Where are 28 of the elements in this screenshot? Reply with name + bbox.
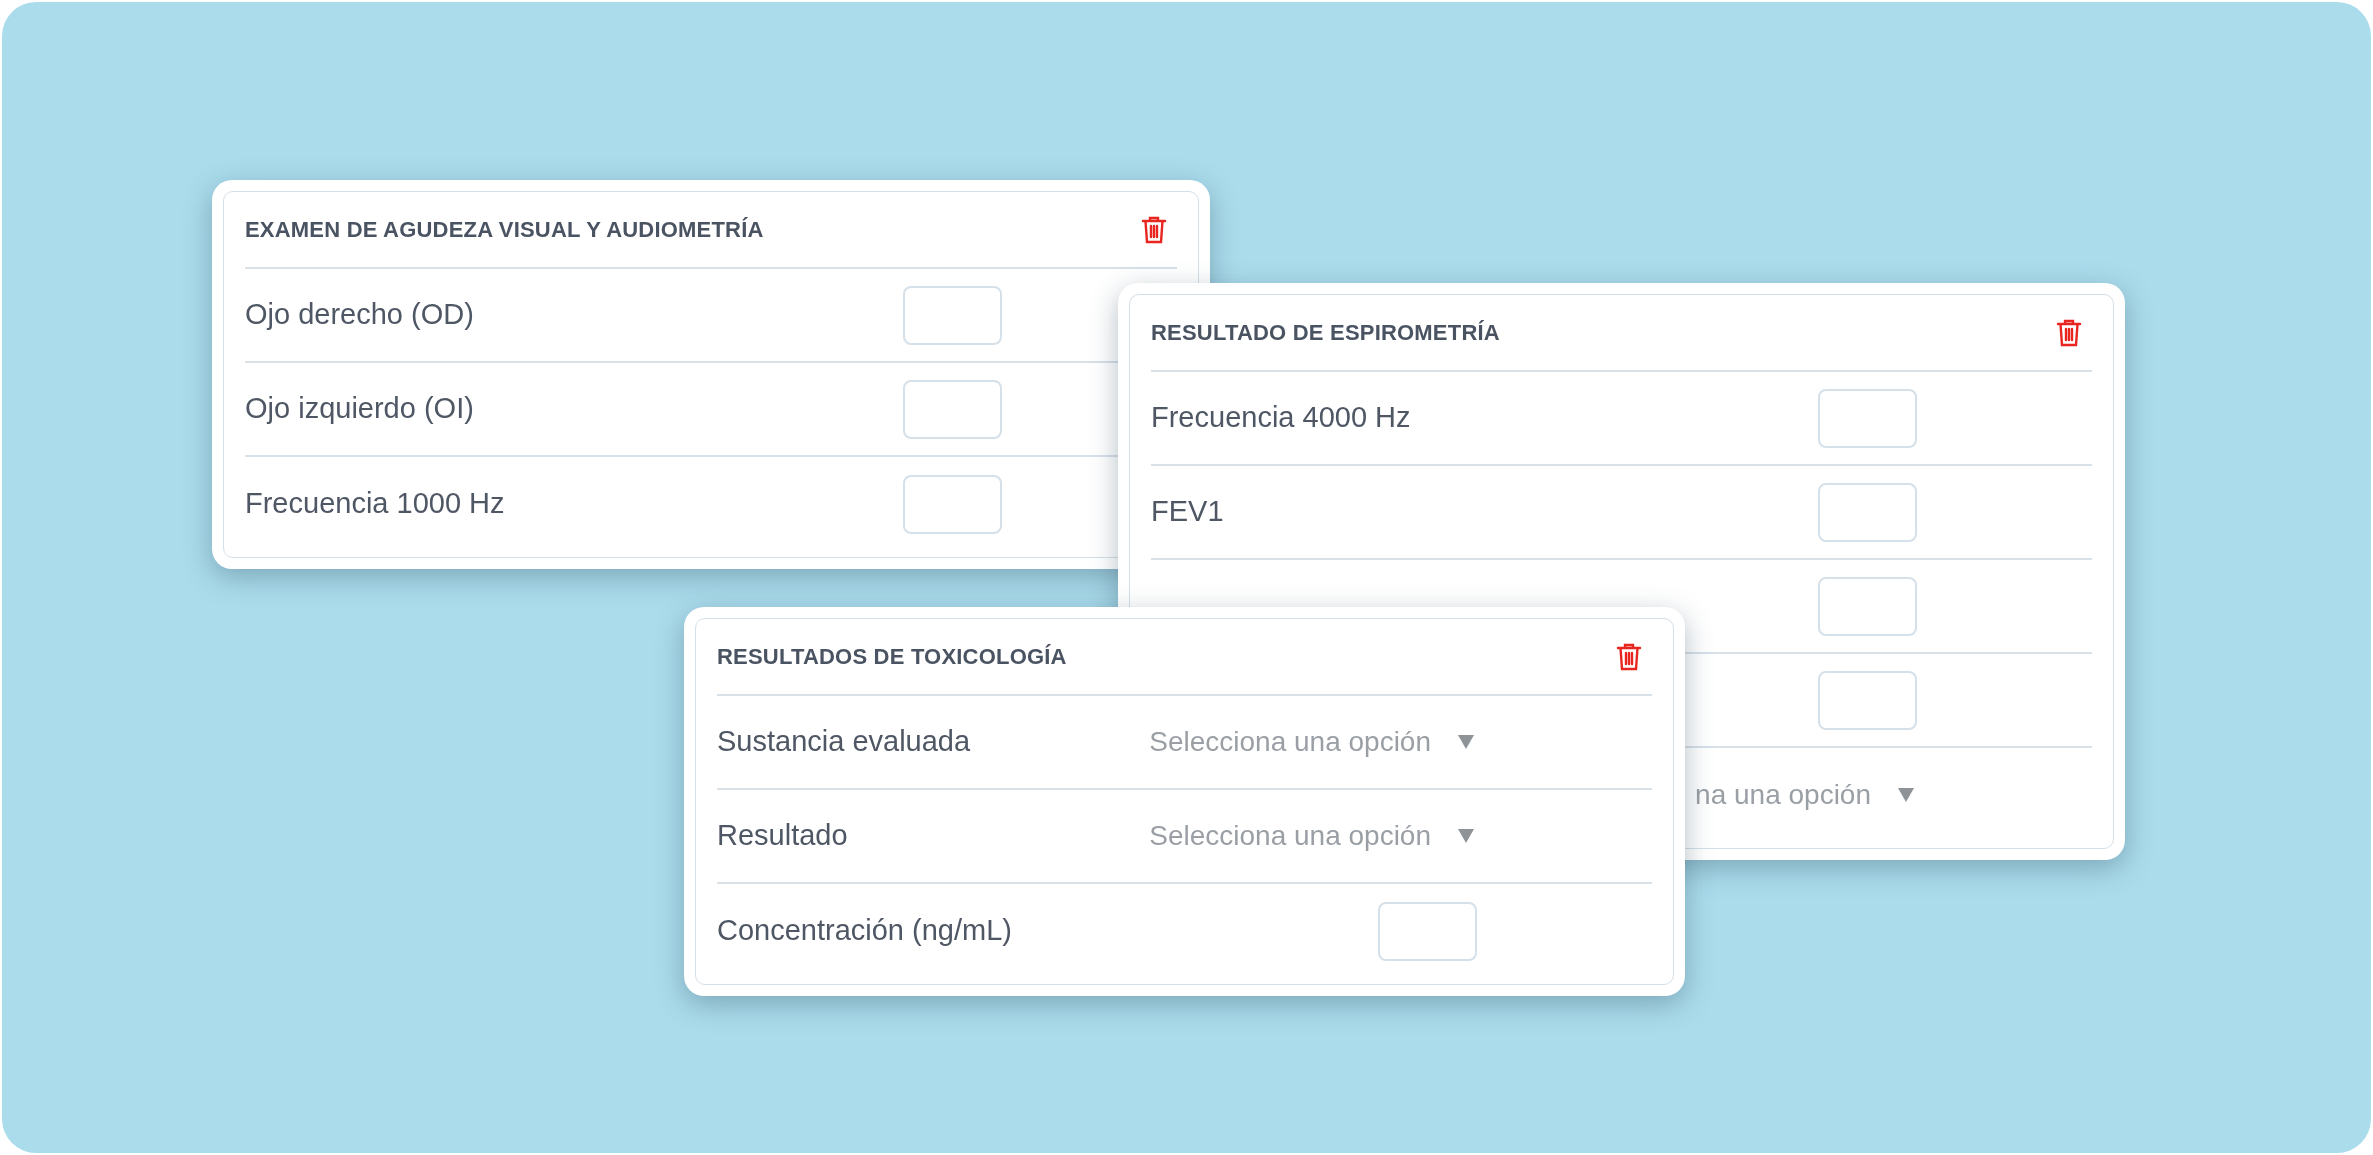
field-label: Ojo izquierdo (OI) (245, 391, 475, 427)
card-title: EXAMEN DE AGUDEZA VISUAL Y AUDIOMETRÍA (245, 216, 764, 244)
field-label: Ojo derecho (OD) (245, 297, 475, 333)
trash-icon[interactable] (1141, 214, 1167, 245)
caret-icon (1457, 734, 1475, 750)
caret-icon (1457, 828, 1475, 844)
field-label: FEV1 (1151, 494, 1225, 530)
input-field[interactable] (903, 285, 1002, 345)
card-title: RESULTADO DE ESPIROMETRÍA (1151, 319, 1500, 347)
dropdown[interactable]: Selecciona una opción (1149, 811, 1475, 861)
field-label: Sustancia evaluada (717, 724, 972, 760)
input-field[interactable] (1818, 388, 1917, 448)
dropdown[interactable]: na una opción (1695, 770, 1915, 820)
field-label: Resultado (717, 818, 849, 854)
field-label: Concentración (ng/mL) (717, 913, 1013, 949)
input-field[interactable] (1818, 482, 1917, 542)
dropdown[interactable]: Selecciona una opción (1149, 717, 1475, 767)
trash-icon[interactable] (1616, 641, 1642, 672)
input-field[interactable] (1378, 901, 1477, 961)
caret-icon (1897, 787, 1915, 803)
input-field[interactable] (1818, 576, 1917, 636)
card-title: RESULTADOS DE TOXICOLOGÍA (717, 643, 1067, 671)
input-field[interactable] (903, 474, 1002, 534)
field-label: Frecuencia 4000 Hz (1151, 400, 1412, 436)
field-label: Frecuencia 1000 Hz (245, 486, 506, 522)
input-field[interactable] (1818, 670, 1917, 730)
trash-icon[interactable] (2056, 317, 2082, 348)
input-field[interactable] (903, 379, 1002, 439)
